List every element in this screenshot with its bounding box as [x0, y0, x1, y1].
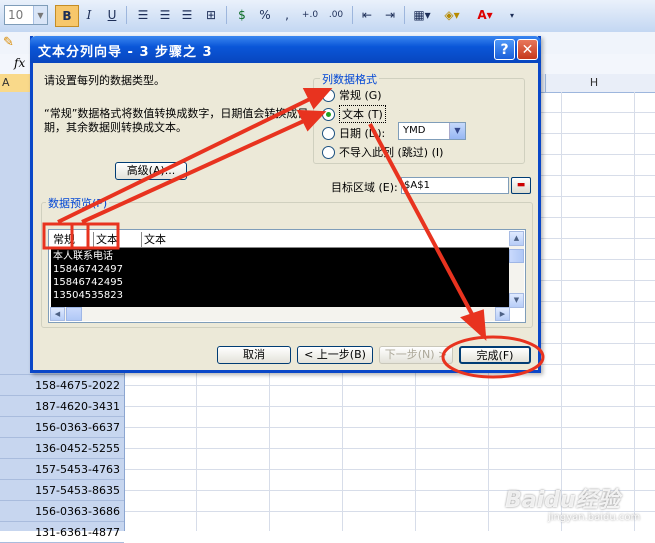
format-description: “常规”数据格式将数值转换成数字，日期值会转换成日期，其余数据则转换成文本。	[44, 107, 309, 134]
toolbar-separator	[404, 6, 405, 24]
toolbar-options-icon[interactable]: ▾	[506, 5, 518, 25]
watermark-url: jingyan.baidu.com	[548, 512, 641, 523]
bold-button[interactable]: B	[55, 5, 79, 27]
merge-center-icon[interactable]: ⊞	[200, 5, 222, 25]
decrease-decimal-button[interactable]: .00	[324, 5, 348, 25]
date-format-select[interactable]: YMD ▼	[398, 122, 466, 140]
watermark-logo: Baidu经验	[505, 488, 620, 513]
table-row[interactable]: 187-4620-3431	[0, 396, 124, 417]
data-preview-title: 数据预览(P)	[46, 195, 110, 211]
radio-text-label: 文本 (T)	[339, 105, 386, 123]
fill-color-icon[interactable]: ◈▾	[438, 5, 466, 25]
data-preview-group: 数据预览(P) 常规 文本 文本 本人联系电话 15846742497 158467…	[41, 195, 533, 328]
comma-button[interactable]: ,	[280, 5, 294, 25]
table-row[interactable]: 157-5453-4763	[0, 459, 124, 480]
preview-vertical-scrollbar[interactable]: ▲ ▼	[509, 231, 524, 308]
radio-general[interactable]: 常规 (G)	[322, 87, 382, 103]
column-format-title: 列数据格式	[320, 71, 379, 87]
percent-button[interactable]: %	[255, 5, 275, 25]
dialog-title: 文本分列向导 - 3 步骤之 3	[38, 45, 213, 60]
table-row[interactable]: 156-0363-6637	[0, 417, 124, 438]
radio-date-indicator[interactable]	[322, 126, 335, 140]
scroll-right-icon[interactable]: ▶	[495, 307, 510, 321]
toolbar-separator	[126, 6, 127, 24]
scrollbar-thumb[interactable]	[509, 249, 524, 263]
list-item: 15846742495	[53, 277, 123, 288]
currency-icon[interactable]: $	[232, 5, 252, 25]
underline-button[interactable]: U	[103, 5, 121, 25]
close-icon: ✕	[521, 41, 534, 58]
toolbar-separator	[226, 6, 227, 24]
dialog-titlebar[interactable]: 文本分列向导 - 3 步骤之 3 ? ✕	[30, 36, 541, 63]
radio-skip[interactable]: 不导入此列 (跳过) (I)	[322, 144, 443, 160]
column-format-group: 列数据格式 常规 (G) 文本 (T) 日期 (D): YMD ▼ 不导入此列 …	[313, 71, 525, 164]
data-preview-box[interactable]: 常规 文本 文本 本人联系电话 15846742497 15846742495 13…	[48, 229, 526, 323]
increase-indent-icon[interactable]: ⇥	[380, 5, 400, 25]
font-size-value: 10	[8, 8, 24, 22]
preview-data-area[interactable]: 本人联系电话 15846742497 15846742495 135045358…	[51, 248, 511, 308]
chevron-down-icon: ▼	[33, 6, 47, 24]
close-button[interactable]: ✕	[517, 39, 538, 60]
scroll-down-icon[interactable]: ▼	[509, 293, 524, 308]
borders-icon[interactable]: ▦▾	[409, 5, 435, 25]
table-row[interactable]: 136-0452-5255	[0, 438, 124, 459]
list-item: 13504535823	[53, 290, 123, 301]
increase-decimal-button[interactable]: +.0	[298, 5, 322, 25]
radio-date[interactable]: 日期 (D):	[322, 125, 385, 141]
back-button[interactable]: < 上一步(B)	[297, 346, 373, 364]
finish-button[interactable]: 完成(F)	[459, 346, 531, 364]
preview-header-text-2[interactable]: 文本	[141, 232, 444, 247]
chevron-down-icon: ▼	[449, 123, 465, 139]
align-left-icon[interactable]: ☰	[133, 5, 153, 25]
list-item: 15846742497	[53, 264, 123, 275]
radio-skip-indicator[interactable]	[322, 145, 335, 159]
font-color-button[interactable]: A ▾	[470, 5, 500, 25]
align-right-icon[interactable]: ☰	[177, 5, 197, 25]
text-import-wizard-dialog: 文本分列向导 - 3 步骤之 3 ? ✕ 请设置每列的数据类型。 “常规”数据格…	[30, 36, 541, 373]
radio-text-indicator[interactable]	[322, 107, 335, 121]
preview-header-text-1[interactable]: 文本	[93, 232, 141, 247]
radio-skip-label: 不导入此列 (跳过) (I)	[339, 146, 444, 159]
formatting-toolbar: 10 ▼ B I U ☰ ☰ ☰ ⊞ $ % , +.0 .00 ⇤ ⇥ ▦▾ …	[0, 0, 655, 33]
advanced-button[interactable]: 高级(A)...	[115, 162, 187, 180]
fx-icon: fx	[14, 56, 26, 70]
preview-header-general[interactable]: 常规	[51, 232, 93, 247]
radio-date-label: 日期 (D):	[339, 127, 386, 140]
align-center-icon[interactable]: ☰	[155, 5, 175, 25]
table-row[interactable]: 158-4675-2022	[0, 375, 124, 396]
font-color-label: A	[477, 8, 487, 22]
radio-text[interactable]: 文本 (T)	[322, 105, 386, 123]
preview-horizontal-scrollbar[interactable]: ◀ ▶	[50, 307, 510, 321]
target-label: 目标区域 (E):	[331, 181, 398, 194]
decrease-indent-icon[interactable]: ⇤	[357, 5, 377, 25]
scroll-left-icon[interactable]: ◀	[50, 307, 65, 321]
table-row[interactable]: 156-0363-3686	[0, 501, 124, 522]
range-select-icon: ▬	[516, 180, 526, 190]
italic-button[interactable]: I	[80, 5, 98, 25]
pencil-icon: ✎	[3, 35, 14, 50]
table-row[interactable]: 131-6361-4877	[0, 522, 124, 543]
question-icon: ?	[500, 41, 509, 58]
date-format-value: YMD	[403, 125, 426, 136]
table-row[interactable]: 157-5453-8635	[0, 480, 124, 501]
next-button: 下一步(N) >	[379, 346, 453, 364]
scrollbar-thumb[interactable]	[66, 307, 82, 321]
font-size-select[interactable]: 10 ▼	[4, 5, 48, 25]
column-header-h[interactable]: H	[545, 74, 642, 92]
preview-header-row: 常规 文本 文本	[51, 232, 511, 248]
toolbar-separator	[352, 6, 353, 24]
collapse-dialog-button[interactable]: ▬	[511, 177, 531, 194]
scroll-up-icon[interactable]: ▲	[509, 231, 524, 246]
radio-general-label: 常规 (G)	[339, 89, 382, 102]
target-range-input[interactable]: $A$1	[401, 177, 509, 194]
help-button[interactable]: ?	[494, 39, 515, 60]
dialog-prompt: 请设置每列的数据类型。	[44, 74, 165, 87]
radio-general-indicator[interactable]	[322, 88, 335, 102]
list-item: 本人联系电话	[53, 251, 113, 262]
cancel-button[interactable]: 取消	[217, 346, 291, 364]
